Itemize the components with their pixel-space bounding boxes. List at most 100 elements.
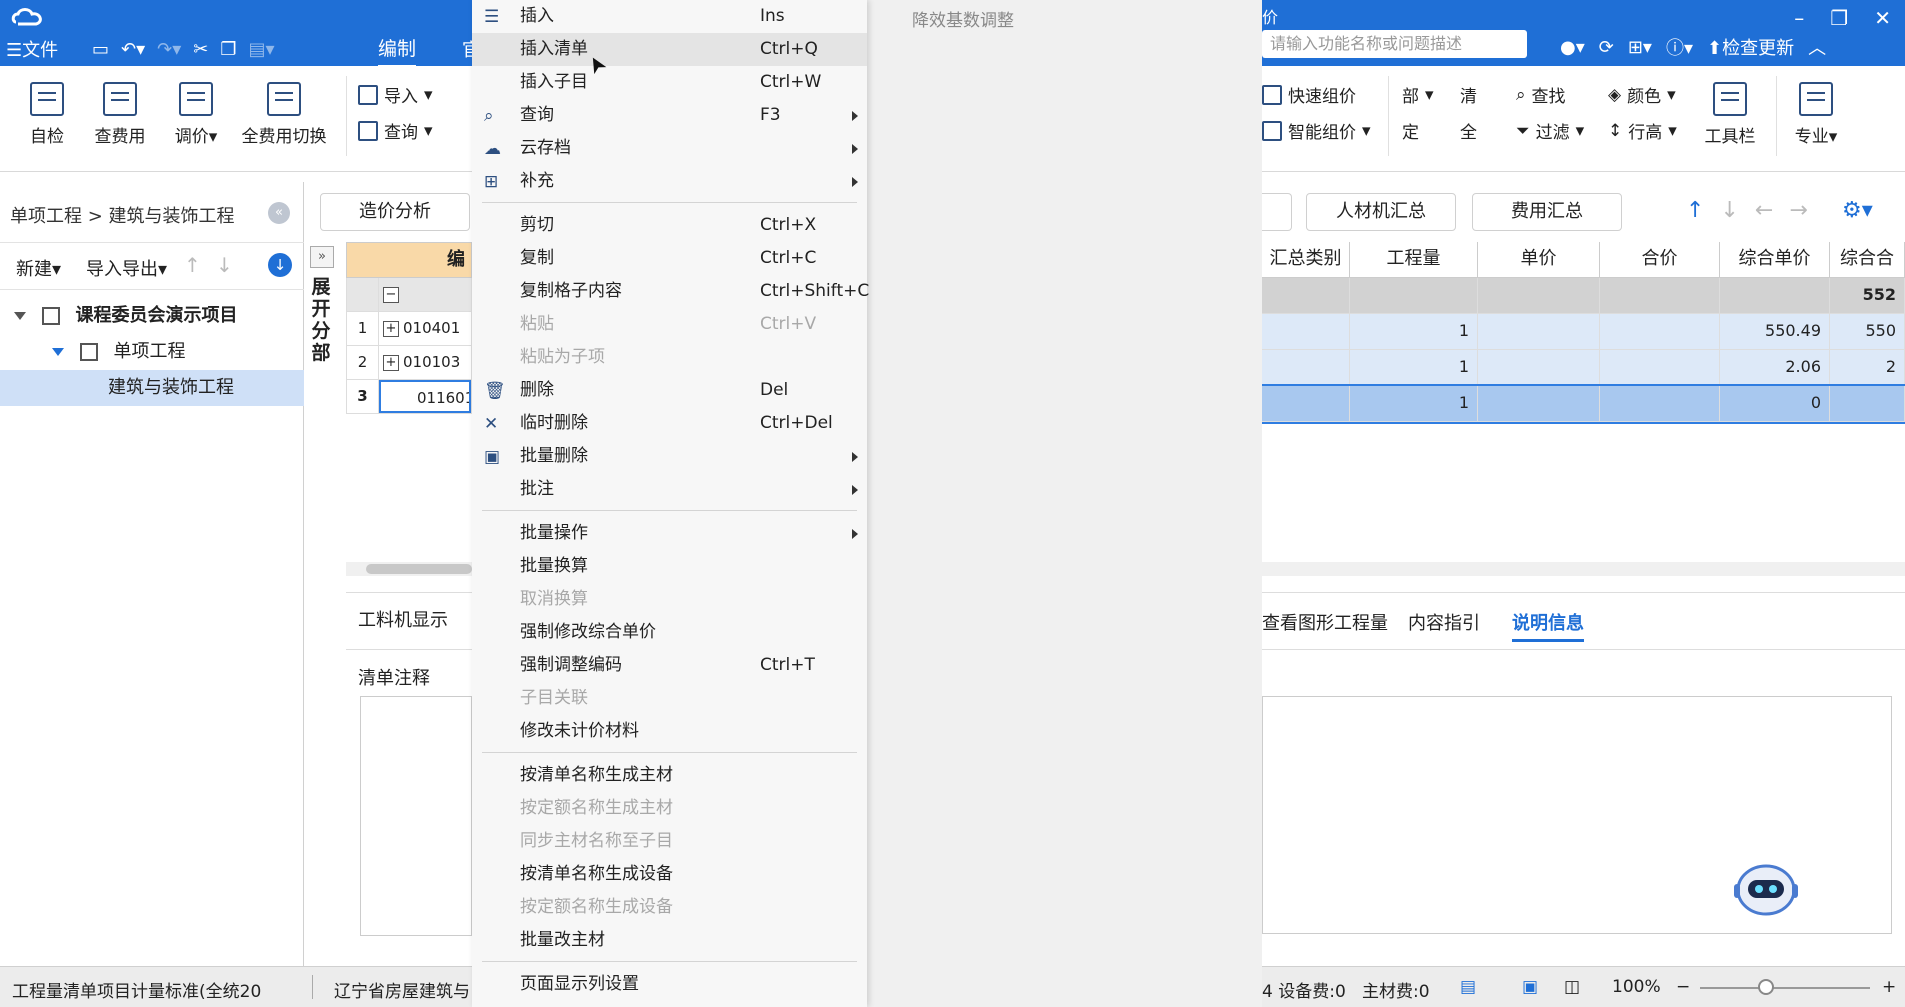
zoom-slider[interactable] bbox=[1700, 987, 1870, 989]
table-row[interactable]: 3 011601 bbox=[346, 380, 472, 414]
horizontal-scrollbar[interactable] bbox=[1262, 562, 1905, 576]
cut-icon[interactable]: ✂ bbox=[193, 39, 208, 60]
arrow-down-icon[interactable]: ↓ bbox=[1720, 198, 1738, 223]
cell[interactable] bbox=[1600, 350, 1720, 386]
full-fee-switch-button[interactable]: 全费用切换 bbox=[234, 82, 334, 147]
menu-item[interactable]: 页面显示列设置 bbox=[472, 968, 867, 1001]
menu-item[interactable]: 批注 bbox=[472, 473, 867, 506]
horizontal-scrollbar[interactable] bbox=[346, 562, 472, 576]
zoom-out-icon[interactable]: − bbox=[1676, 977, 1690, 997]
file-menu[interactable]: ☰文件 bbox=[6, 34, 58, 64]
function-search-input[interactable]: 请输入功能名称或问题描述 bbox=[1262, 30, 1527, 58]
header-summary-category[interactable]: 汇总类别 bbox=[1262, 242, 1350, 278]
header-unit-price[interactable]: 单价 bbox=[1478, 242, 1600, 278]
minimize-icon[interactable]: – bbox=[1794, 6, 1804, 30]
menu-item[interactable]: ▣ 批量删除 bbox=[472, 440, 867, 473]
cell[interactable] bbox=[1830, 386, 1905, 422]
tab-fee-summary[interactable]: 费用汇总 bbox=[1472, 193, 1622, 231]
cell[interactable]: 0 bbox=[1720, 386, 1830, 422]
cell[interactable] bbox=[1262, 386, 1350, 422]
cell[interactable] bbox=[1478, 278, 1600, 314]
collapse-panel-icon[interactable]: « bbox=[268, 202, 290, 224]
header-composite-unit-price[interactable]: 综合单价 bbox=[1720, 242, 1830, 278]
tab-labor-material-summary[interactable]: 人材机汇总 bbox=[1306, 193, 1456, 231]
cell[interactable]: 550 bbox=[1830, 314, 1905, 350]
find-button[interactable]: ⌕ 查找 bbox=[1516, 82, 1566, 108]
check-fee-button[interactable]: 查费用 bbox=[90, 82, 150, 147]
row-height-button[interactable]: ↕ 行高 ▾ bbox=[1608, 118, 1677, 144]
expand-section-label[interactable]: 展开分部 bbox=[310, 276, 332, 364]
menu-item[interactable]: ✕ 临时删除 Ctrl+Del bbox=[472, 407, 867, 440]
adjust-price-button[interactable]: 调价▾ bbox=[168, 82, 224, 147]
redo-icon[interactable]: ↷▾ bbox=[157, 39, 181, 60]
cell[interactable]: 552 bbox=[1830, 278, 1905, 314]
cell[interactable]: 1 bbox=[1350, 386, 1478, 422]
tree-item-single-project[interactable]: 单项工程 bbox=[0, 334, 304, 370]
tab-content-guide[interactable]: 内容指引 bbox=[1408, 609, 1480, 635]
download-icon[interactable]: ↓ bbox=[268, 253, 292, 277]
tab-partial[interactable] bbox=[1262, 193, 1292, 231]
grid-header-code[interactable]: 编 bbox=[346, 242, 472, 278]
arrow-up-icon[interactable]: ↑ bbox=[1686, 198, 1704, 223]
menu-item[interactable]: 强制修改综合单价 bbox=[472, 616, 867, 649]
query-button[interactable]: 查询 ▾ bbox=[358, 118, 433, 143]
cell[interactable] bbox=[1478, 314, 1600, 350]
header-composite-total[interactable]: 综合合 bbox=[1830, 242, 1905, 278]
cell[interactable] bbox=[1350, 278, 1478, 314]
header-quantity[interactable]: 工程量 bbox=[1350, 242, 1478, 278]
cell[interactable]: 2 bbox=[1830, 350, 1905, 386]
cell[interactable] bbox=[1478, 386, 1600, 422]
move-down-icon[interactable]: ↓ bbox=[216, 253, 233, 277]
cell[interactable] bbox=[1600, 314, 1720, 350]
undo-icon[interactable]: ↶▾ bbox=[121, 39, 145, 60]
table-row[interactable]: 552 bbox=[1262, 278, 1905, 314]
move-up-icon[interactable]: ↑ bbox=[184, 253, 201, 277]
major-button[interactable]: 专业▾ bbox=[1788, 82, 1844, 147]
menu-item[interactable]: ☁ 云存档 bbox=[472, 132, 867, 165]
menu-item[interactable]: 批量换算 bbox=[472, 550, 867, 583]
refresh-icon[interactable]: ⟳ bbox=[1599, 37, 1614, 58]
menu-item[interactable]: 修改未计价材料 bbox=[472, 715, 867, 748]
menu-item[interactable]: 按清单名称生成设备 bbox=[472, 858, 867, 891]
collapse-icon[interactable]: − bbox=[383, 286, 399, 303]
menu-item[interactable]: 按清单名称生成主材 bbox=[472, 759, 867, 792]
check-update-button[interactable]: ⬆检查更新 bbox=[1707, 34, 1794, 60]
table-row[interactable]: 2 +010103 bbox=[346, 346, 472, 380]
menu-item[interactable]: 强制调整编码 Ctrl+T bbox=[472, 649, 867, 682]
menu-item[interactable]: 复制格子内容 Ctrl+Shift+C bbox=[472, 275, 869, 308]
table-row-selected[interactable]: 1 0 bbox=[1260, 384, 1905, 424]
cell[interactable] bbox=[1262, 314, 1350, 350]
menu-item[interactable]: ⌕ 查询 F3 bbox=[472, 99, 867, 132]
menu-item[interactable]: 批量操作 bbox=[472, 517, 867, 550]
expand-icon[interactable]: + bbox=[383, 320, 399, 337]
expand-caret-icon[interactable] bbox=[14, 312, 26, 320]
smart-price-button[interactable]: 智能组价 ▾ bbox=[1262, 118, 1371, 143]
collapse-ribbon-icon[interactable]: ︿ bbox=[1808, 34, 1826, 60]
save-icon[interactable]: ▭ bbox=[92, 39, 109, 60]
arrow-left-icon[interactable]: ← bbox=[1755, 198, 1773, 223]
menu-item[interactable]: 插入子目 Ctrl+W bbox=[472, 66, 867, 99]
zoom-in-icon[interactable]: + bbox=[1882, 977, 1896, 997]
toolbar-button[interactable]: 工具栏 bbox=[1700, 82, 1760, 147]
tab-description[interactable]: 说明信息 bbox=[1512, 609, 1584, 642]
filter-button[interactable]: ⏷ 过滤 ▾ bbox=[1516, 118, 1584, 144]
all-icon-button[interactable]: 全 bbox=[1460, 118, 1477, 143]
menu-item[interactable]: ☰ 插入 Ins bbox=[472, 0, 867, 33]
tree-item-project[interactable]: 课程委员会演示项目 bbox=[0, 298, 304, 334]
self-check-button[interactable]: 自检 bbox=[22, 82, 72, 147]
expand-caret-icon[interactable] bbox=[52, 348, 64, 356]
expand-arrows-icon[interactable]: » bbox=[310, 246, 334, 268]
cell[interactable]: 550.49 bbox=[1720, 314, 1830, 350]
table-row[interactable]: 1 550.49 550 bbox=[1262, 314, 1905, 350]
split-layout-icon[interactable]: ◫ bbox=[1564, 977, 1580, 997]
menu-item[interactable]: 复制 Ctrl+C bbox=[472, 242, 867, 275]
menu-item[interactable]: 批量改主材 bbox=[472, 924, 867, 957]
arrow-right-icon[interactable]: → bbox=[1789, 198, 1807, 223]
tab-cost-analysis[interactable]: 造价分析 bbox=[320, 193, 470, 231]
scroll-thumb[interactable] bbox=[366, 564, 472, 574]
tab-graphic-quantity[interactable]: 查看图形工程量 bbox=[1262, 609, 1388, 635]
copy-icon[interactable]: ❐ bbox=[220, 39, 236, 60]
table-row[interactable]: 1 +010401 bbox=[346, 312, 472, 346]
apps-icon[interactable]: ⊞▾ bbox=[1628, 37, 1652, 58]
tree-item-building[interactable]: 建筑与装饰工程 bbox=[0, 370, 304, 406]
